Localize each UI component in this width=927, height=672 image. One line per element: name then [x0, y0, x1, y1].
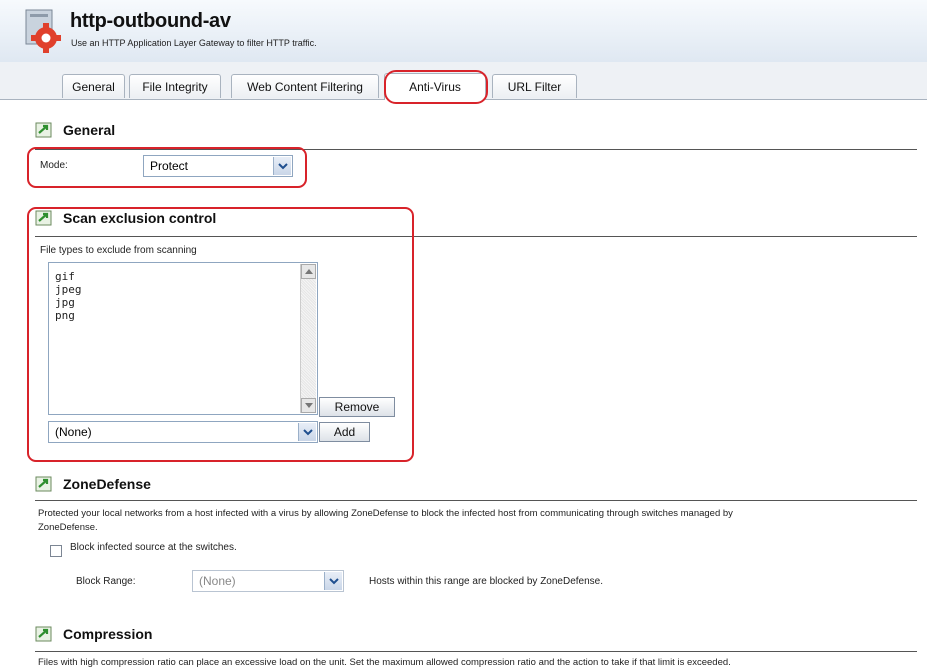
gear-document-icon: [25, 9, 61, 53]
section-arrow-icon: [35, 122, 52, 138]
compression-description: Files with high compression ratio can pl…: [38, 657, 731, 668]
page-title: http-outbound-av: [70, 10, 231, 32]
page-subtitle: Use an HTTP Application Layer Gateway to…: [71, 38, 317, 48]
zonedefense-description-line1: Protected your local networks from a hos…: [38, 508, 733, 519]
section-compression-header: Compression: [35, 622, 152, 646]
zonedefense-description-line2: ZoneDefense.: [38, 522, 98, 533]
section-general-title: General: [63, 122, 116, 138]
highlight-anti-virus-tab: [384, 70, 488, 104]
block-range-select[interactable]: (None): [192, 570, 344, 592]
highlight-scan-exclusion: [27, 207, 414, 462]
tab-general[interactable]: General: [62, 74, 125, 98]
section-arrow-icon: [35, 626, 52, 642]
section-compression-title: Compression: [63, 626, 153, 642]
block-range-hint: Hosts within this range are blocked by Z…: [369, 576, 604, 587]
section-zonedefense-title: ZoneDefense: [63, 476, 151, 492]
section-zonedefense-header: ZoneDefense: [35, 472, 151, 496]
tab-file-integrity[interactable]: File Integrity: [129, 74, 221, 98]
section-general-header: General: [35, 118, 115, 142]
tab-web-content-filtering[interactable]: Web Content Filtering: [231, 74, 379, 98]
page-header: http-outbound-av Use an HTTP Application…: [0, 0, 927, 63]
block-range-label: Block Range:: [76, 576, 136, 587]
tab-url-filter[interactable]: URL Filter: [492, 74, 577, 98]
block-infected-label: Block infected source at the switches.: [70, 542, 237, 553]
highlight-mode: [27, 147, 307, 188]
section-arrow-icon: [35, 476, 52, 492]
section-compression-divider: [35, 651, 917, 652]
section-zonedefense-divider: [35, 500, 917, 501]
block-range-select-value: (None): [199, 574, 236, 588]
block-infected-checkbox[interactable]: [50, 545, 62, 557]
chevron-down-icon[interactable]: [324, 572, 342, 590]
